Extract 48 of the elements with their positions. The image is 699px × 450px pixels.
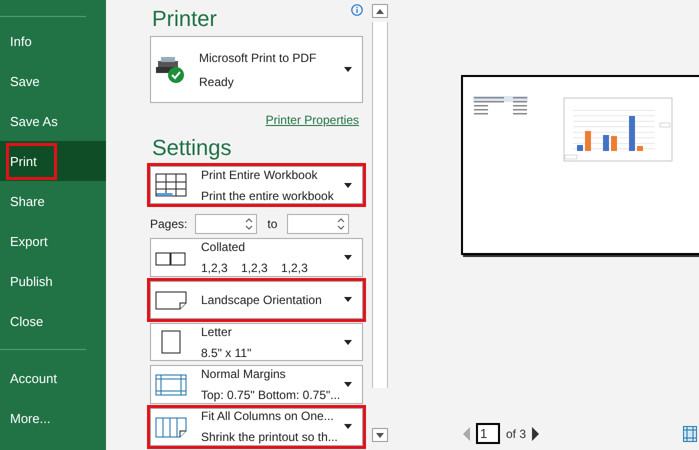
margins-icon xyxy=(155,372,187,397)
dropdown-caret-icon xyxy=(344,297,352,302)
sidebar-item[interactable]: Share xyxy=(0,181,106,221)
section-heading: Settings xyxy=(152,135,232,162)
dropdown-caret-icon xyxy=(344,182,352,188)
info-icon xyxy=(351,4,363,16)
printer-icon xyxy=(155,55,185,84)
settings-dropdown[interactable]: Collated 1,2,3 1,2,3 1,2,3 xyxy=(150,238,363,277)
dropdown-caret-icon xyxy=(344,424,352,430)
settings-dropdown[interactable]: Landscape Orientation xyxy=(150,280,363,320)
pages-label: Pages: xyxy=(150,216,188,231)
printer-dropdown[interactable]: Microsoft Print to PDF Ready xyxy=(150,36,363,104)
dropdown-caret-icon xyxy=(344,67,352,72)
settings-dropdown[interactable]: Fit All Columns on One... Shrink the printout so th... xyxy=(150,408,363,446)
settings-dropdown[interactable]: Letter 8.5" x 11" xyxy=(150,323,363,362)
next-page-icon xyxy=(532,426,540,440)
page-count-label: of 3 xyxy=(506,426,526,440)
sidebar-item[interactable]: Info xyxy=(0,21,106,61)
dropdown-caret-icon xyxy=(344,255,352,260)
sidebar-item[interactable]: More... xyxy=(0,398,106,438)
sidebar-item[interactable]: Save As xyxy=(0,101,106,141)
dropdown-caret-icon xyxy=(344,382,352,388)
show-margins-icon[interactable] xyxy=(683,426,697,442)
settings-dropdown[interactable]: Normal Margins Top: 0.75" Bottom: 0.75"... xyxy=(150,365,363,404)
sidebar-item[interactable]: Publish xyxy=(0,261,106,301)
up-arrow-icon xyxy=(376,8,384,14)
spinner-icon xyxy=(245,218,254,230)
sidebar-item[interactable]: Export xyxy=(0,221,106,261)
settings-dropdown[interactable]: Print Entire Workbook Print the entire workbook xyxy=(150,166,363,204)
page-to-field[interactable] xyxy=(287,214,350,234)
fit-icon xyxy=(155,414,187,439)
previous-page-icon xyxy=(463,426,470,440)
sidebar-item[interactable]: Close xyxy=(0,301,106,341)
page-from-field[interactable] xyxy=(195,214,258,234)
to-label: to xyxy=(267,216,278,231)
sidebar-item[interactable]: Print xyxy=(0,141,106,181)
scroll-up-button[interactable] xyxy=(372,4,388,18)
dropdown-caret-icon xyxy=(344,340,352,345)
printer-properties-link[interactable]: Printer Properties xyxy=(266,113,359,128)
sidebar-item[interactable]: Account xyxy=(0,358,106,398)
workbook-icon xyxy=(155,173,187,198)
section-heading: Printer xyxy=(152,6,217,32)
down-arrow-icon xyxy=(376,432,384,438)
page-number-field[interactable]: 1 xyxy=(476,423,500,444)
sidebar-item[interactable]: Save xyxy=(0,61,106,101)
spinner-icon xyxy=(337,218,346,230)
scrollbar-track[interactable] xyxy=(372,22,388,388)
scroll-down-button[interactable] xyxy=(372,428,388,442)
